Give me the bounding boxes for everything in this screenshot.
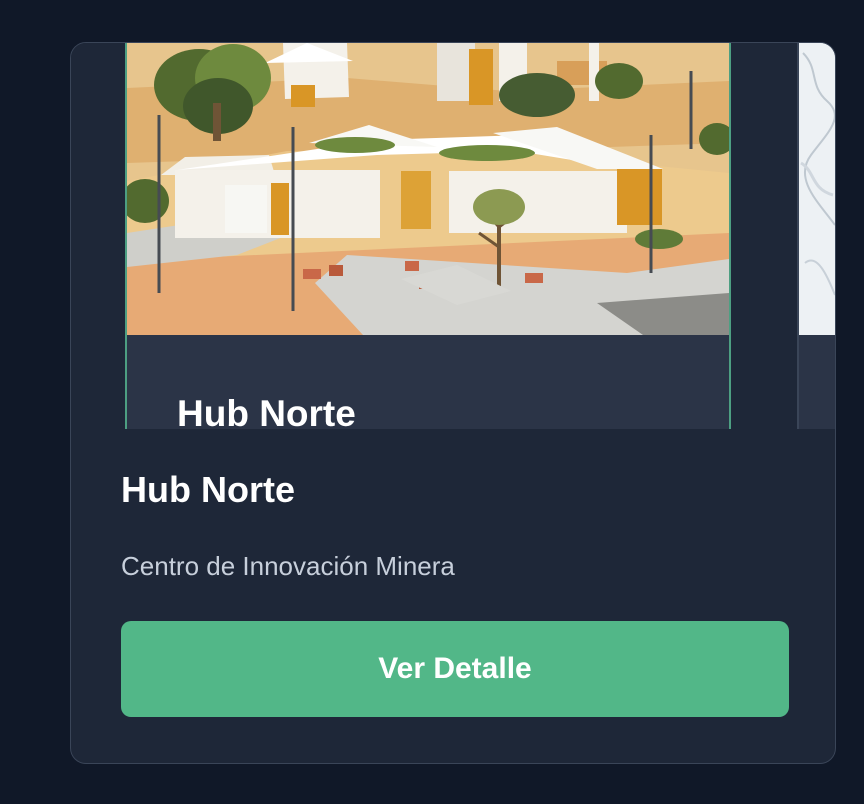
active-carousel-slide[interactable]: Hub Norte — [125, 43, 731, 429]
partial-next-slide-image — [799, 43, 835, 335]
project-card: Hub Norte Hub Norte Centro de Innovación… — [70, 42, 836, 764]
project-image-carousel[interactable]: Hub Norte — [71, 43, 835, 429]
project-title: Hub Norte — [121, 469, 295, 510]
view-detail-button[interactable]: Ver Detalle — [121, 621, 789, 717]
slide-title: Hub Norte — [177, 393, 356, 429]
project-card-content: Hub Norte Centro de Innovación Minera Ve… — [121, 469, 789, 717]
architectural-render-image — [127, 43, 729, 335]
project-description: Centro de Innovación Minera — [121, 551, 455, 581]
next-carousel-slide-preview[interactable] — [797, 43, 835, 429]
